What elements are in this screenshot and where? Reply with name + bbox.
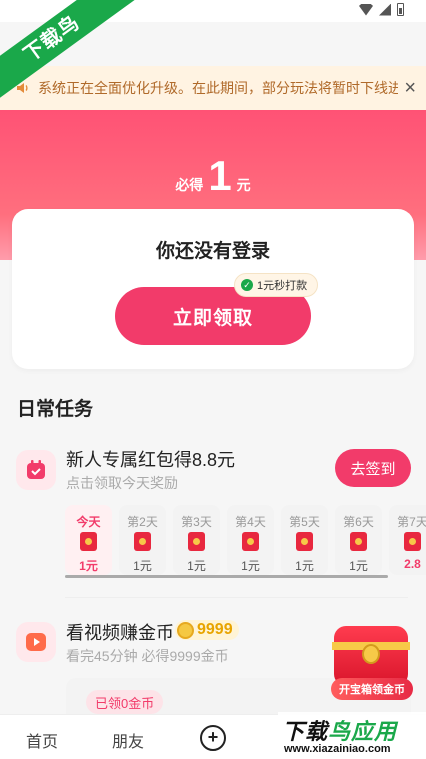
day-label: 今天 [76,515,101,529]
login-title: 你还没有登录 [155,241,270,262]
red-envelope-icon [188,532,205,551]
treasure-chest-label: 开宝箱领金币 [331,678,413,700]
day-amount: 1元 [187,559,206,573]
red-envelope-icon [296,532,313,551]
day-amount: 1元 [133,559,152,573]
hero-prefix: 必得 [175,177,204,193]
close-icon[interactable]: × [404,78,416,98]
day-card[interactable]: 第2天 1元 [119,505,166,575]
hero-unit: 元 [236,177,251,193]
red-envelope-icon [350,532,367,551]
task-title: 新人专属红包得8.8元 [66,450,236,470]
watermark-brand-prefix: 下载 [282,719,329,744]
day-card[interactable]: 第3天 1元 [173,505,220,575]
sign-in-button[interactable]: 去签到 [335,449,411,487]
play-icon [16,622,56,662]
day-card[interactable]: 今天 1元 [65,505,112,575]
red-envelope-icon [134,532,151,551]
task-subtitle: 看完45分钟 必得9999金币 [66,648,229,664]
signin-days-strip[interactable]: 今天 1元 第2天 1元 第3天 1元 第4天 1元 第5天 1元 第6天 1元… [65,505,426,575]
notice-text: 系统正在全面优化升级。在此期间，部分玩法将暂时下线进行 [38,80,399,96]
nav-friends[interactable]: 朋友 [112,728,144,752]
day-label: 第2天 [127,515,158,529]
coin-reward-badge: 9999 [175,620,239,640]
day-amount: 2.8 [404,557,421,571]
day-label: 第3天 [181,515,212,529]
chest-lock [362,644,380,664]
claimed-coins-tag: 已领0金币 [86,690,164,714]
day-label: 第6天 [343,515,374,529]
instant-payout-badge: ✓ 1元秒打款 [234,273,319,297]
red-envelope-icon [80,532,97,551]
section-title-daily-tasks: 日常任务 [17,399,94,420]
signal-icon [379,3,391,16]
plus-icon[interactable]: + [200,725,226,751]
day-amount: 1元 [295,559,314,573]
status-icons [359,3,404,16]
days-scrollbar[interactable] [65,575,388,578]
watermark-url: www.xiazainiao.com [284,743,391,755]
day-amount: 1元 [349,559,368,573]
battery-icon [397,3,404,16]
task-title: 看视频赚金币 [66,623,174,643]
badge-text: 1元秒打款 [257,280,308,292]
red-envelope-icon [242,532,259,551]
hero-amount: 1 [208,152,232,199]
hero-reward: 必得 1 元 [0,152,426,200]
notice-banner: 系统正在全面优化升级。在此期间，部分玩法将暂时下线进行 × [0,66,426,110]
red-envelope-icon [404,532,421,551]
watermark-title: 下载鸟应用 [282,714,397,746]
day-card[interactable]: 第6天 1元 [335,505,382,575]
watermark-brand-suffix: 鸟应用 [328,719,398,744]
task-subtitle: 点击领取今天奖励 [66,475,178,491]
coin-icon [177,621,194,639]
check-icon: ✓ [241,279,253,291]
day-label: 第5天 [289,515,320,529]
calendar-icon [16,450,56,490]
day-label: 第4天 [235,515,266,529]
divider [65,597,408,598]
nav-home[interactable]: 首页 [26,728,58,752]
day-card[interactable]: 第5天 1元 [281,505,328,575]
day-amount: 1元 [241,559,260,573]
treasure-chest-button[interactable]: 开宝箱领金币 [328,620,414,702]
watermark-logo: 下载鸟应用 www.xiazainiao.com [278,712,426,759]
day-label: 第7天 [397,515,426,529]
day-card[interactable]: 第7天 2.8 [389,505,426,575]
day-amount: 1元 [79,559,98,573]
wifi-icon [359,3,373,16]
coin-amount: 9999 [197,621,233,638]
day-card[interactable]: 第4天 1元 [227,505,274,575]
login-card: 你还没有登录 立即领取 ✓ 1元秒打款 [12,209,414,369]
